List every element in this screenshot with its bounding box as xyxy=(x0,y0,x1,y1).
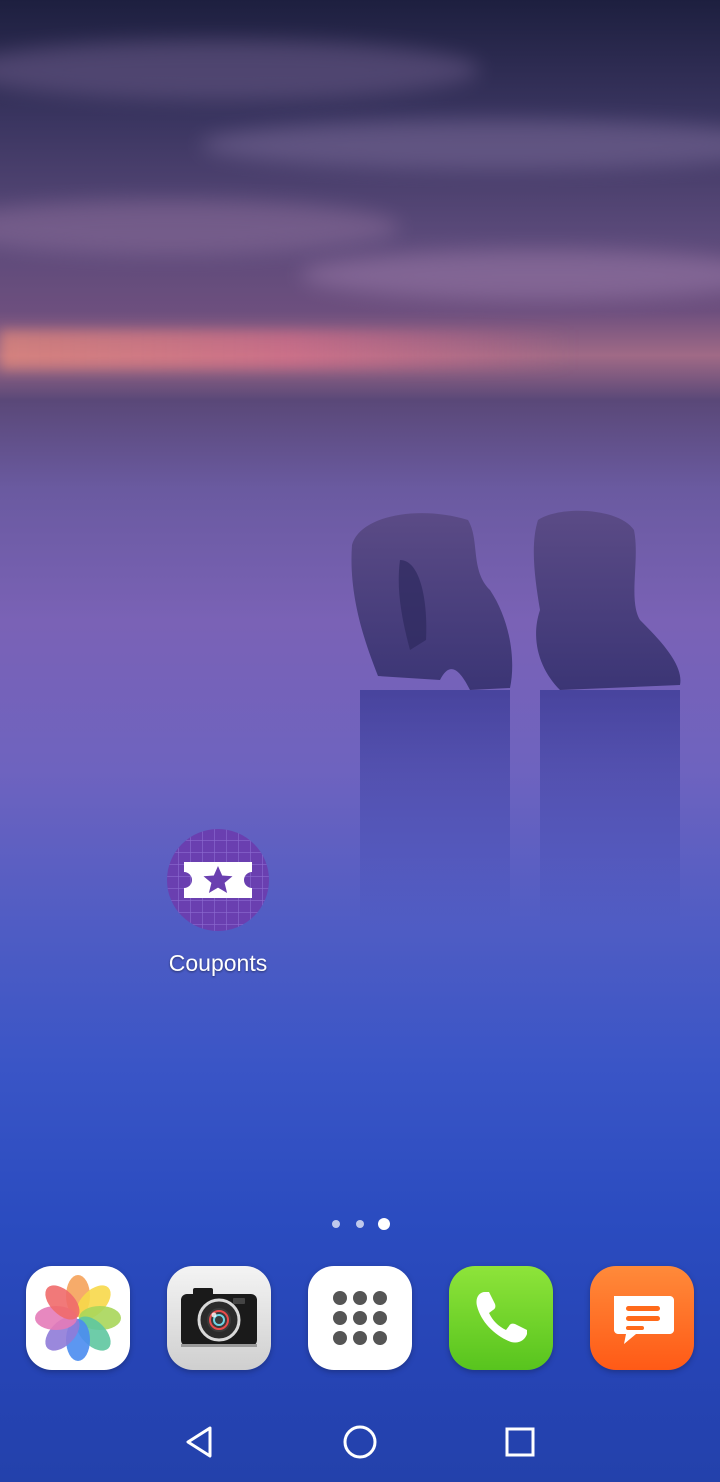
camera-icon xyxy=(181,1288,257,1347)
dock-app-phone[interactable] xyxy=(449,1266,553,1370)
app-label: Couponts xyxy=(168,950,268,976)
recents-square-icon xyxy=(505,1427,535,1457)
dock-app-camera[interactable] xyxy=(167,1266,271,1370)
app-couponts[interactable]: Couponts xyxy=(158,828,278,977)
coupon-ticket-star-icon xyxy=(166,828,270,932)
dock-app-drawer[interactable] xyxy=(308,1266,412,1370)
app-drawer-grid-icon xyxy=(333,1291,387,1345)
nav-recents-button[interactable] xyxy=(496,1418,544,1466)
wallpaper-sea-rocks xyxy=(351,510,681,930)
home-circle-icon xyxy=(343,1425,377,1459)
page-indicator xyxy=(0,1216,720,1234)
navigation-bar xyxy=(0,1400,720,1482)
back-triangle-icon xyxy=(186,1426,212,1458)
dock-app-photos[interactable] xyxy=(26,1266,130,1370)
dock xyxy=(0,1266,720,1370)
photos-pinwheel-icon xyxy=(35,1275,121,1361)
nav-back-button[interactable] xyxy=(176,1418,224,1466)
dock-app-messages[interactable] xyxy=(590,1266,694,1370)
page-indicator-dot-active xyxy=(378,1218,390,1230)
page-indicator-dot xyxy=(332,1220,340,1228)
page-indicator-dot xyxy=(356,1220,364,1228)
home-screen: Couponts xyxy=(0,0,720,1482)
phone-handset-icon xyxy=(476,1292,527,1343)
messages-bubble-icon xyxy=(614,1296,674,1344)
nav-home-button[interactable] xyxy=(336,1418,384,1466)
